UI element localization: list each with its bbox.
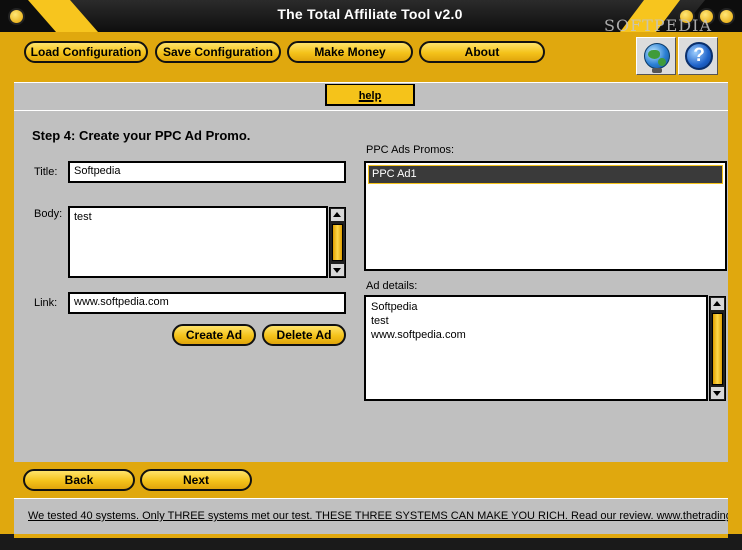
help-tab-button[interactable]: help: [325, 84, 415, 106]
link-label: Link:: [34, 297, 58, 309]
body-label: Body:: [34, 208, 63, 220]
step-title: Step 4: Create your PPC Ad Promo.: [32, 128, 251, 143]
web-globe-button[interactable]: [636, 37, 676, 75]
close-icon[interactable]: [718, 8, 735, 25]
separator-top: [14, 82, 728, 83]
link-input[interactable]: www.softpedia.com: [68, 292, 346, 314]
make-money-button[interactable]: Make Money: [287, 41, 413, 63]
separator-help: [14, 110, 728, 111]
scroll-thumb[interactable]: [712, 313, 723, 385]
separator-status: [14, 498, 728, 499]
help-tab-label: help: [358, 90, 382, 102]
promos-label: PPC Ads Promos:: [366, 144, 455, 156]
body-text: test: [74, 211, 92, 223]
content-panel: help Step 4: Create your PPC Ad Promo. T…: [14, 82, 728, 462]
details-line: Softpedia: [371, 301, 418, 313]
watermark: SOFTPEDIA: [604, 16, 712, 35]
frame-right: [728, 32, 742, 550]
title-input[interactable]: Softpedia: [68, 161, 346, 183]
frame-left: [0, 32, 14, 550]
delete-ad-button[interactable]: Delete Ad: [262, 324, 346, 346]
globe-icon: [644, 43, 670, 69]
ad-ticker-link[interactable]: We tested 40 systems. Only THREE systems…: [28, 510, 728, 522]
status-bar: We tested 40 systems. Only THREE systems…: [14, 498, 728, 534]
create-ad-button[interactable]: Create Ad: [172, 324, 256, 346]
details-line: test: [371, 315, 389, 327]
scroll-thumb[interactable]: [332, 224, 343, 261]
help-button[interactable]: ?: [678, 37, 718, 75]
app-window: The Total Affiliate Tool v2.0 Load Confi…: [0, 0, 742, 550]
body-textarea[interactable]: test: [68, 206, 328, 278]
frame-bottom-stripe: [14, 534, 728, 538]
details-line: www.softpedia.com: [371, 329, 466, 341]
back-button[interactable]: Back: [23, 469, 135, 491]
globe-stand: [652, 68, 662, 73]
title-label: Title:: [34, 166, 58, 178]
system-menu-icon[interactable]: [8, 8, 25, 25]
next-button[interactable]: Next: [140, 469, 252, 491]
body-scrollbar[interactable]: [329, 207, 346, 278]
scroll-down-icon[interactable]: [711, 387, 724, 399]
save-configuration-button[interactable]: Save Configuration: [155, 41, 281, 63]
load-configuration-button[interactable]: Load Configuration: [24, 41, 148, 63]
scroll-down-icon[interactable]: [331, 264, 344, 276]
details-textarea[interactable]: Softpedia test www.softpedia.com: [364, 295, 708, 401]
details-label: Ad details:: [366, 280, 418, 292]
scroll-up-icon[interactable]: [331, 209, 344, 221]
list-item[interactable]: PPC Ad1: [368, 165, 723, 184]
help-question-icon: ?: [685, 42, 713, 70]
promos-listbox[interactable]: PPC Ad1: [364, 161, 727, 271]
details-scrollbar[interactable]: [709, 296, 726, 401]
about-button[interactable]: About: [419, 41, 545, 63]
scroll-up-icon[interactable]: [711, 298, 724, 310]
window-title: The Total Affiliate Tool v2.0: [277, 6, 463, 22]
